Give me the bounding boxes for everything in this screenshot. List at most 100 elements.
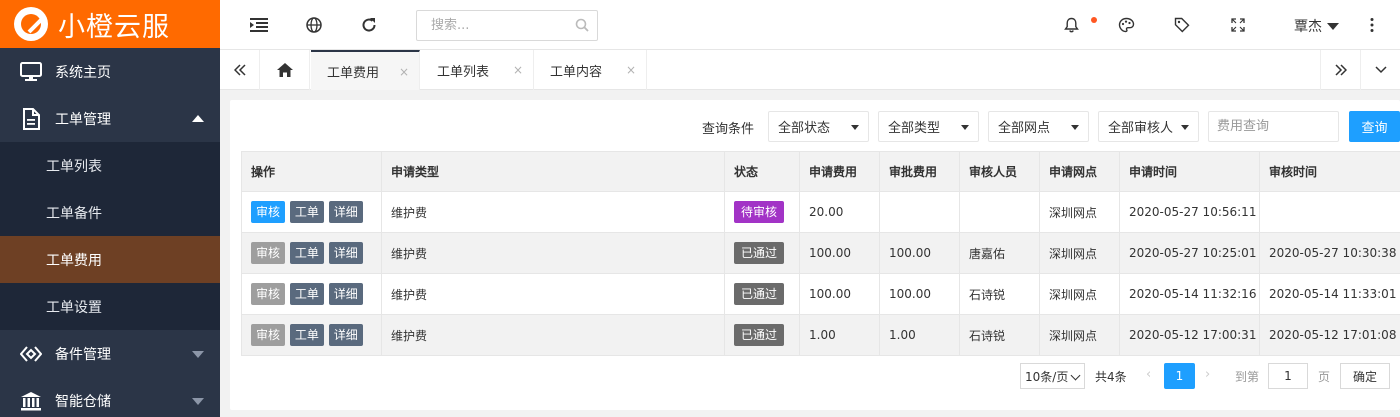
sidebar-item-ticket-management[interactable]: 工单管理 bbox=[0, 95, 220, 142]
apply-time-cell: 2020-05-27 10:56:11 bbox=[1119, 191, 1260, 233]
filter-label: 查询条件 bbox=[702, 122, 755, 137]
outlet-cell: 深圳网点 bbox=[1039, 273, 1120, 315]
sidebar-item-smart-warehouse[interactable]: 智能仓储 bbox=[0, 377, 220, 417]
tab-menu-chevron-down-icon[interactable] bbox=[1360, 50, 1400, 90]
outlet-select-value: 全部网点 bbox=[998, 121, 1051, 136]
type-select-value: 全部类型 bbox=[888, 121, 941, 136]
review-time-cell bbox=[1259, 191, 1400, 233]
globe-icon[interactable] bbox=[303, 14, 325, 36]
bell-icon[interactable] bbox=[1060, 14, 1082, 36]
chevron-down-icon bbox=[1070, 370, 1081, 381]
status-badge: 已通过 bbox=[734, 283, 785, 305]
ticket-button[interactable]: 工单 bbox=[289, 324, 324, 346]
query-button[interactable]: 查询 bbox=[1349, 111, 1400, 142]
chevron-down-icon bbox=[192, 397, 204, 405]
reviewer-select[interactable]: 全部审核人 bbox=[1098, 111, 1199, 142]
status-cell: 待审核 bbox=[724, 191, 800, 233]
sidebar-item-home[interactable]: 系统主页 bbox=[0, 48, 220, 95]
logo[interactable]: 小橙云服 bbox=[0, 0, 220, 48]
palette-icon[interactable] bbox=[1115, 14, 1137, 36]
sidebar-item-ticket-parts[interactable]: 工单备件 bbox=[0, 189, 220, 236]
chevron-down-icon bbox=[192, 350, 204, 358]
user-menu[interactable]: 覃杰 bbox=[1294, 16, 1339, 36]
status-cell: 已通过 bbox=[724, 314, 800, 356]
user-name: 覃杰 bbox=[1294, 19, 1322, 35]
top-header: 覃杰 bbox=[220, 0, 1400, 50]
fullscreen-icon[interactable] bbox=[1227, 14, 1249, 36]
apply-time-cell: 2020-05-12 17:00:31 bbox=[1119, 314, 1260, 356]
outlet-cell: 深圳网点 bbox=[1039, 232, 1120, 274]
parts-icon bbox=[20, 343, 42, 365]
apply-time-cell: 2020-05-14 11:32:16 bbox=[1119, 273, 1260, 315]
sidebar-item-label: 工单管理 bbox=[55, 111, 111, 128]
close-icon[interactable]: × bbox=[399, 65, 409, 79]
sidebar-item-ticket-settings[interactable]: 工单设置 bbox=[0, 283, 220, 330]
tag-icon[interactable] bbox=[1171, 14, 1193, 36]
apply-fee-cell: 1.00 bbox=[799, 314, 880, 356]
fee-query-field bbox=[1208, 111, 1339, 142]
sidebar-item-ticket-list[interactable]: 工单列表 bbox=[0, 142, 220, 189]
monitor-icon bbox=[20, 61, 42, 83]
home-icon[interactable] bbox=[260, 50, 310, 90]
table-row: 审核 工单 详细 维护费 待审核 20.00 深圳网点 2020-05-27 1… bbox=[241, 191, 1400, 233]
fee-query-input[interactable] bbox=[1209, 112, 1334, 141]
sidebar-item-label: 系统主页 bbox=[55, 64, 111, 81]
ops-cell: 审核 工单 详细 bbox=[241, 314, 382, 356]
status-select-value: 全部状态 bbox=[778, 121, 831, 136]
detail-button[interactable]: 详细 bbox=[328, 242, 363, 264]
approve-fee-cell bbox=[879, 191, 960, 233]
audit-button[interactable]: 审核 bbox=[251, 324, 286, 346]
close-icon[interactable]: × bbox=[626, 63, 636, 77]
sidebar-item-ticket-fees[interactable]: 工单费用 bbox=[0, 236, 220, 283]
table-header-row: 操作 申请类型 状态 申请费用 审批费用 审核人员 申请网点 申请时间 审核时间 bbox=[241, 151, 1400, 192]
global-search bbox=[416, 10, 598, 41]
goto-page-input[interactable]: 1 bbox=[1268, 363, 1308, 389]
ticket-button[interactable]: 工单 bbox=[289, 242, 324, 264]
tab-bar: 工单费用 × 工单列表 × 工单内容 × bbox=[220, 50, 1400, 90]
tab-ticket-content[interactable]: 工单内容 × bbox=[534, 50, 647, 90]
detail-button[interactable]: 详细 bbox=[328, 283, 363, 305]
status-badge: 已通过 bbox=[734, 242, 785, 264]
close-icon[interactable]: × bbox=[513, 63, 523, 77]
more-icon[interactable] bbox=[1370, 17, 1374, 37]
ticket-button[interactable]: 工单 bbox=[289, 283, 324, 305]
ticket-button[interactable]: 工单 bbox=[289, 201, 324, 223]
caret-down-icon bbox=[1327, 22, 1339, 30]
review-time-cell: 2020-05-12 17:01:08 bbox=[1259, 314, 1400, 356]
column-header: 申请时间 bbox=[1119, 151, 1260, 192]
prev-page-icon[interactable]: ‹ bbox=[1146, 367, 1151, 382]
review-time-cell: 2020-05-27 10:30:38 bbox=[1259, 232, 1400, 274]
type-select[interactable]: 全部类型 bbox=[878, 111, 979, 142]
caret-down-icon bbox=[1071, 125, 1079, 130]
audit-button[interactable]: 审核 bbox=[251, 283, 286, 305]
status-cell: 已通过 bbox=[724, 232, 800, 274]
detail-button[interactable]: 详细 bbox=[328, 324, 363, 346]
status-cell: 已通过 bbox=[724, 273, 800, 315]
outlet-cell: 深圳网点 bbox=[1039, 314, 1120, 356]
detail-button[interactable]: 详细 bbox=[328, 201, 363, 223]
caret-down-icon bbox=[1181, 125, 1189, 130]
page-size-select[interactable]: 10条/页 bbox=[1020, 363, 1085, 389]
column-header: 审批费用 bbox=[879, 151, 960, 192]
type-cell: 维护费 bbox=[381, 314, 725, 356]
search-icon[interactable] bbox=[575, 18, 589, 36]
audit-button[interactable]: 审核 bbox=[251, 242, 286, 264]
search-input[interactable] bbox=[417, 11, 567, 40]
tab-scroll-right-icon[interactable] bbox=[1320, 50, 1360, 90]
status-select[interactable]: 全部状态 bbox=[768, 111, 869, 142]
audit-button[interactable]: 审核 bbox=[251, 201, 286, 223]
reviewer-cell: 唐嘉佑 bbox=[959, 232, 1040, 274]
chevron-up-icon bbox=[192, 114, 204, 122]
status-badge: 待审核 bbox=[734, 201, 785, 223]
type-cell: 维护费 bbox=[381, 232, 725, 274]
goto-confirm-button[interactable]: 确定 bbox=[1340, 363, 1390, 389]
tab-ticket-fees[interactable]: 工单费用 × bbox=[311, 50, 420, 90]
outlet-select[interactable]: 全部网点 bbox=[988, 111, 1089, 142]
menu-toggle-icon[interactable] bbox=[248, 14, 270, 36]
next-page-icon[interactable]: › bbox=[1205, 367, 1210, 382]
tab-scroll-left-icon[interactable] bbox=[220, 50, 260, 90]
refresh-icon[interactable] bbox=[358, 14, 380, 36]
page-number-current[interactable]: 1 bbox=[1164, 363, 1195, 389]
sidebar-item-parts-management[interactable]: 备件管理 bbox=[0, 330, 220, 377]
tab-ticket-list[interactable]: 工单列表 × bbox=[421, 50, 534, 90]
